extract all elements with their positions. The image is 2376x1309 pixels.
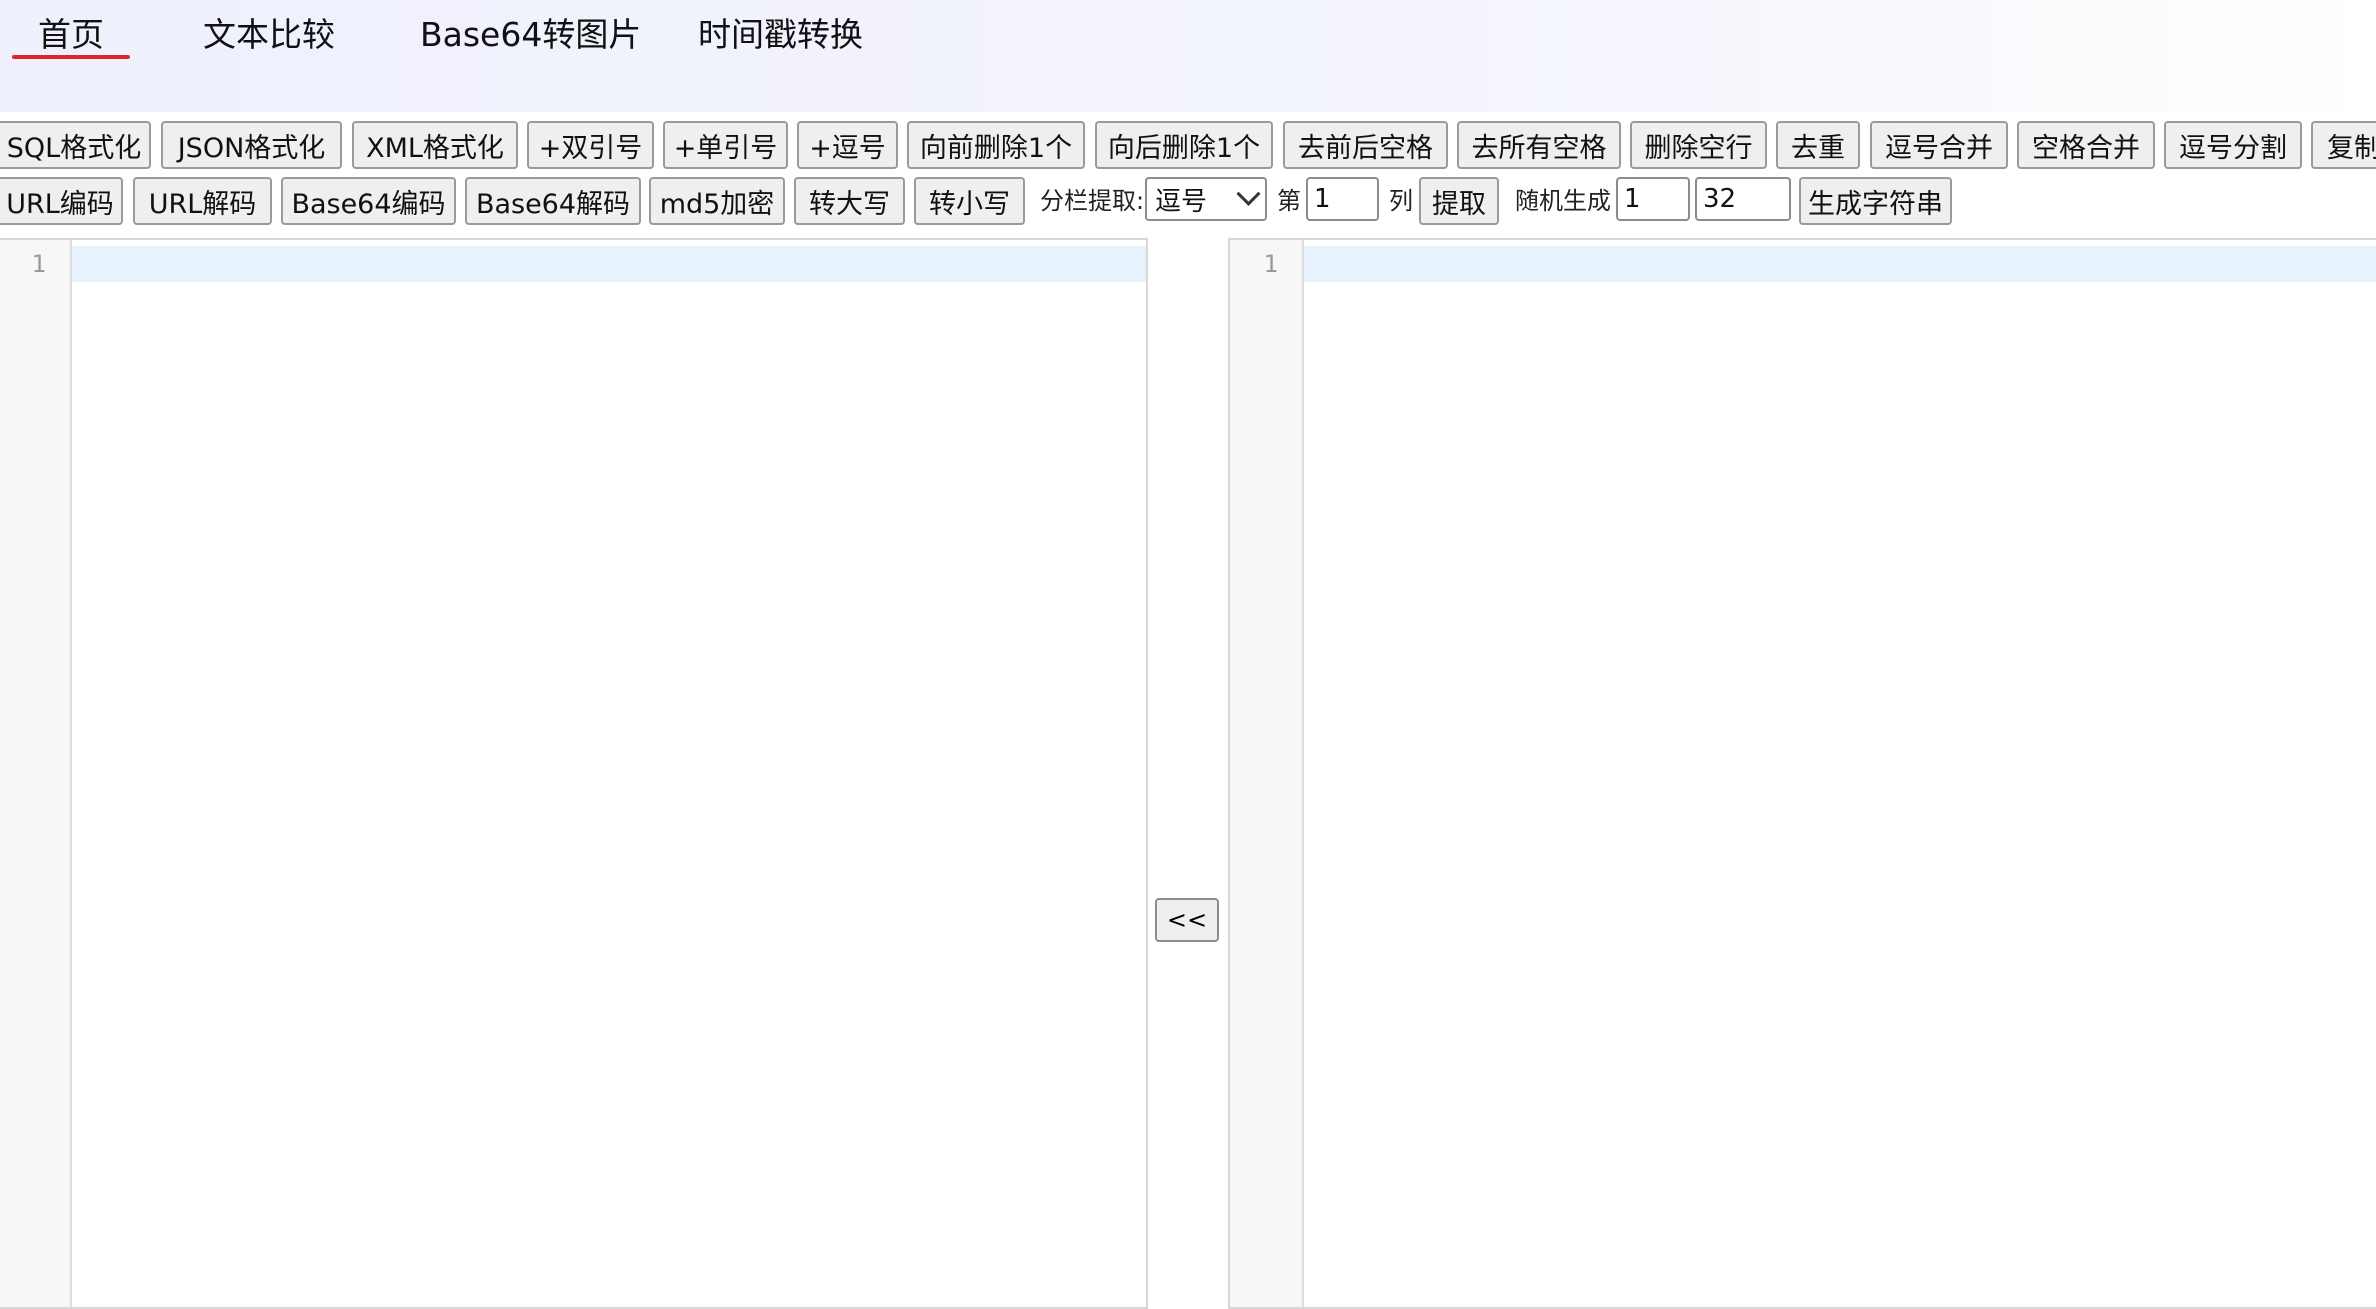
- column-number-input[interactable]: [1306, 177, 1379, 221]
- nav-base64-image[interactable]: Base64转图片: [420, 12, 641, 58]
- toolbar-row-2: URL编码 URL解码 Base64编码 Base64解码 md5加密 转大写 …: [0, 177, 2376, 227]
- right-active-line[interactable]: [1304, 246, 2376, 282]
- url-encode-button[interactable]: URL编码: [0, 177, 123, 225]
- split-extract-label: 分栏提取:: [1040, 187, 1145, 215]
- top-nav: 首页 文本比较 Base64转图片 时间戳转换: [0, 0, 2376, 112]
- split-delimiter-value: 逗号: [1155, 186, 1208, 217]
- toolbar-row-1: SQL格式化 JSON格式化 XML格式化 +双引号 +单引号 +逗号 向前删除…: [0, 121, 2376, 171]
- dedupe-button[interactable]: 去重: [1776, 121, 1860, 169]
- base64-decode-button[interactable]: Base64解码: [465, 177, 641, 225]
- remove-all-spaces-button[interactable]: 去所有空格: [1457, 121, 1621, 169]
- random-count-input[interactable]: [1616, 177, 1690, 221]
- comma-split-button[interactable]: 逗号分割: [2164, 121, 2302, 169]
- copy-right-to-left-button[interactable]: <<: [1155, 898, 1219, 942]
- add-single-quote-button[interactable]: +单引号: [663, 121, 788, 169]
- nav-home[interactable]: 首页: [38, 12, 104, 58]
- add-double-quote-button[interactable]: +双引号: [527, 121, 654, 169]
- sql-format-button[interactable]: SQL格式化: [0, 121, 151, 169]
- left-line-number: 1: [31, 250, 46, 278]
- json-format-button[interactable]: JSON格式化: [161, 121, 342, 169]
- left-editor[interactable]: 1: [0, 238, 1148, 1309]
- copy-button[interactable]: 复制: [2311, 121, 2376, 169]
- nav-active-underline: [12, 55, 130, 59]
- remove-empty-lines-button[interactable]: 删除空行: [1630, 121, 1767, 169]
- split-delimiter-select[interactable]: 逗号: [1145, 177, 1267, 221]
- to-lower-button[interactable]: 转小写: [914, 177, 1025, 225]
- right-editor[interactable]: 1: [1228, 238, 2376, 1309]
- extract-button[interactable]: 提取: [1419, 177, 1499, 225]
- nav-text-compare[interactable]: 文本比较: [203, 12, 335, 58]
- md5-button[interactable]: md5加密: [649, 177, 785, 225]
- column-suffix-label: 列: [1389, 187, 1413, 215]
- column-prefix-label: 第: [1277, 187, 1301, 215]
- xml-format-button[interactable]: XML格式化: [352, 121, 518, 169]
- right-editor-gutter: 1: [1230, 240, 1304, 1307]
- left-editor-gutter: 1: [0, 240, 72, 1307]
- add-comma-button[interactable]: +逗号: [797, 121, 898, 169]
- random-generate-label: 随机生成: [1515, 187, 1611, 215]
- left-active-line[interactable]: [72, 246, 1146, 282]
- chevron-down-icon: [1236, 181, 1261, 206]
- nav-timestamp[interactable]: 时间戳转换: [698, 12, 863, 58]
- url-decode-button[interactable]: URL解码: [133, 177, 272, 225]
- to-upper-button[interactable]: 转大写: [794, 177, 905, 225]
- delete-before-button[interactable]: 向前删除1个: [907, 121, 1085, 169]
- base64-encode-button[interactable]: Base64编码: [281, 177, 456, 225]
- trim-button[interactable]: 去前后空格: [1283, 121, 1448, 169]
- comma-merge-button[interactable]: 逗号合并: [1870, 121, 2008, 169]
- right-line-number: 1: [1263, 250, 1278, 278]
- delete-after-button[interactable]: 向后删除1个: [1095, 121, 1273, 169]
- random-length-input[interactable]: [1695, 177, 1791, 221]
- generate-string-button[interactable]: 生成字符串: [1799, 177, 1952, 225]
- space-merge-button[interactable]: 空格合并: [2017, 121, 2155, 169]
